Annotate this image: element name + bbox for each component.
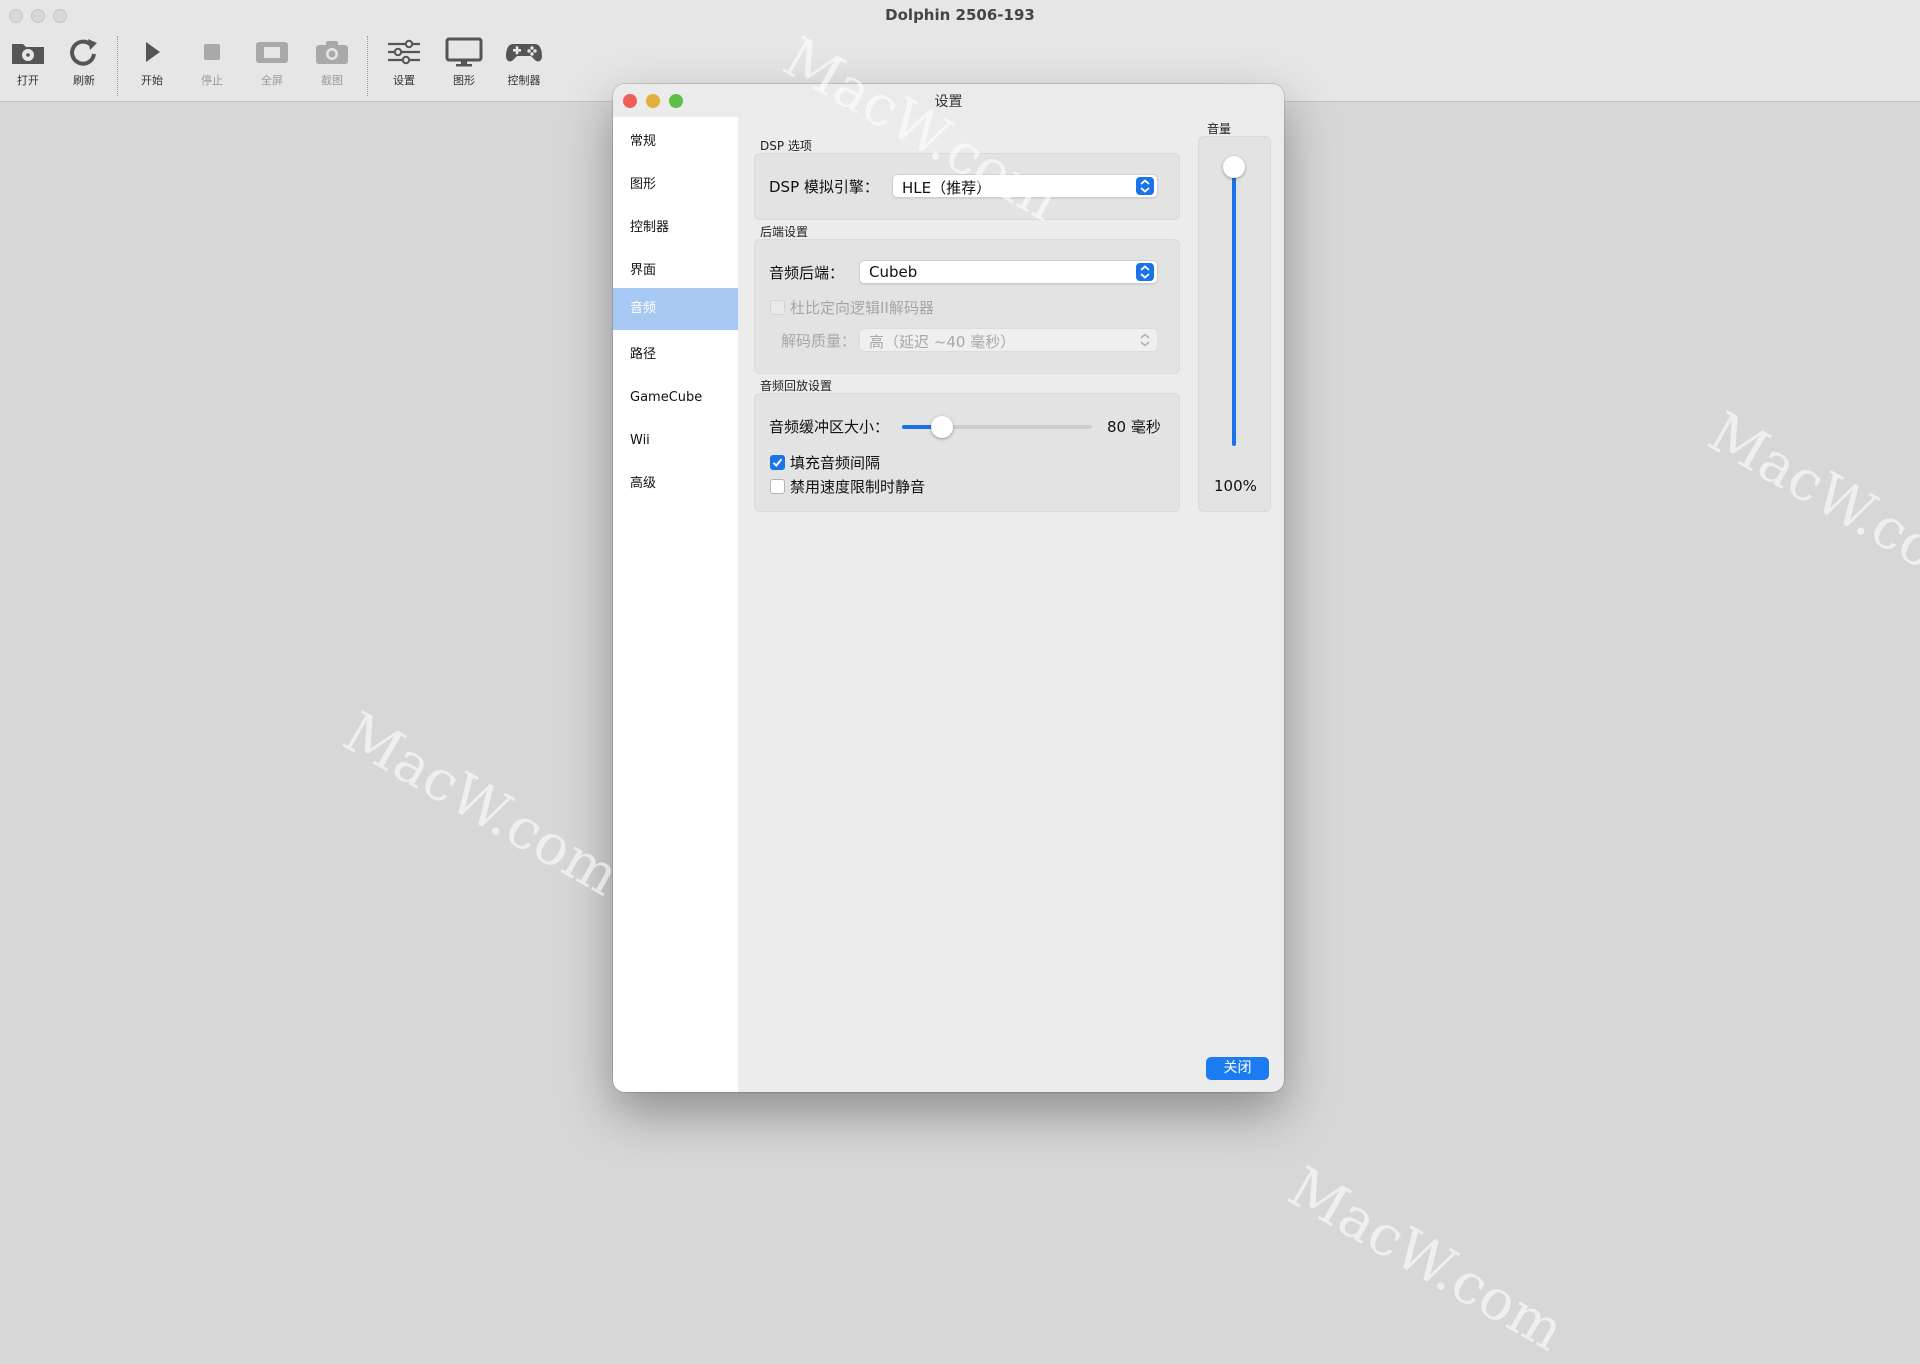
updown-chevron-icon — [1136, 263, 1154, 281]
playback-group-title: 音频回放设置 — [760, 377, 832, 394]
open-label: 打开 — [0, 72, 58, 88]
updown-chevron-icon — [1136, 177, 1154, 195]
watermark: MacW.com — [1278, 1155, 1575, 1364]
dolby-decoder-checkbox[interactable] — [770, 300, 785, 315]
refresh-icon — [64, 36, 104, 68]
fullscreen-label: 全屏 — [242, 72, 302, 88]
folder-disc-icon — [8, 36, 48, 68]
dolby-decoder-label: 杜比定向逻辑II解码器 — [790, 297, 934, 318]
volume-value: 100% — [1214, 477, 1257, 495]
updown-chevron-icon — [1136, 331, 1154, 349]
sidebar-item-gamecube[interactable]: GameCube — [613, 377, 738, 419]
sidebar-item-advanced[interactable]: 高级 — [613, 463, 738, 505]
screenshot-button[interactable]: 截图 — [302, 36, 362, 96]
sidebar-item-audio[interactable]: 音频 — [613, 288, 738, 330]
audio-backend-select[interactable]: Cubeb — [859, 260, 1158, 284]
toolbar-separator — [367, 36, 368, 96]
settings-sidebar: 常规 图形 控制器 界面 音频 路径 GameCube Wii 高级 — [613, 117, 738, 1092]
volume-slider[interactable] — [1222, 156, 1246, 452]
controllers-button[interactable]: 控制器 — [494, 36, 554, 96]
settings-button[interactable]: 设置 — [374, 36, 434, 96]
graphics-button[interactable]: 图形 — [434, 36, 494, 96]
fill-audio-gaps-label: 填充音频间隔 — [790, 452, 880, 473]
buffer-size-slider[interactable] — [902, 418, 1092, 436]
refresh-label: 刷新 — [54, 72, 114, 88]
controllers-label: 控制器 — [494, 72, 554, 88]
sidebar-item-graphics[interactable]: 图形 — [613, 164, 738, 206]
buffer-size-label: 音频缓冲区大小： — [769, 416, 889, 437]
settings-label: 设置 — [374, 72, 434, 88]
sidebar-item-controllers[interactable]: 控制器 — [613, 207, 738, 249]
volume-title: 音量 — [1207, 120, 1231, 137]
play-icon — [132, 36, 172, 68]
buffer-size-value: 80 毫秒 — [1107, 416, 1161, 437]
settings-dialog: 设置 常规 图形 控制器 界面 音频 路径 GameCube Wii 高级 DS… — [613, 84, 1284, 1092]
refresh-button[interactable]: 刷新 — [54, 36, 114, 96]
audio-backend-label: 音频后端： — [769, 262, 844, 283]
backend-group-title: 后端设置 — [760, 223, 808, 240]
mute-speed-limit-label: 禁用速度限制时静音 — [790, 476, 925, 497]
app-title: Dolphin 2506-193 — [0, 6, 1920, 24]
open-button[interactable]: 打开 — [0, 36, 58, 96]
checkmark-icon — [771, 456, 784, 469]
fill-audio-gaps-checkbox[interactable] — [770, 455, 785, 470]
play-label: 开始 — [122, 72, 182, 88]
fullscreen-icon — [252, 36, 292, 68]
sidebar-item-interface[interactable]: 界面 — [613, 250, 738, 292]
sliders-icon — [384, 36, 424, 68]
dsp-engine-label: DSP 模拟引擎： — [769, 176, 879, 197]
decoding-quality-select[interactable]: 高（延迟 ~40 毫秒） — [859, 328, 1158, 352]
toolbar-separator — [117, 36, 118, 96]
play-button[interactable]: 开始 — [122, 36, 182, 96]
audio-backend-value: Cubeb — [869, 263, 917, 281]
decoding-quality-label: 解码质量： — [781, 330, 856, 351]
gamepad-icon — [504, 36, 544, 68]
screenshot-label: 截图 — [302, 72, 362, 88]
decoding-quality-value: 高（延迟 ~40 毫秒） — [869, 331, 1015, 352]
fullscreen-button[interactable]: 全屏 — [242, 36, 302, 96]
stop-icon — [192, 36, 232, 68]
close-button[interactable]: 关闭 — [1206, 1057, 1269, 1080]
watermark: MacW.com — [333, 700, 630, 909]
dsp-group-title: DSP 选项 — [760, 137, 812, 154]
stop-button[interactable]: 停止 — [182, 36, 242, 96]
sidebar-item-general[interactable]: 常规 — [613, 121, 738, 163]
sidebar-item-paths[interactable]: 路径 — [613, 334, 738, 376]
sidebar-item-wii[interactable]: Wii — [613, 420, 738, 462]
graphics-label: 图形 — [434, 72, 494, 88]
volume-fill — [1232, 167, 1236, 446]
watermark: MacW.com — [1698, 400, 1920, 609]
volume-knob[interactable] — [1223, 156, 1245, 178]
slider-knob[interactable] — [931, 416, 953, 438]
monitor-icon — [444, 36, 484, 68]
stop-label: 停止 — [182, 72, 242, 88]
mute-speed-limit-checkbox[interactable] — [770, 479, 785, 494]
camera-icon — [312, 36, 352, 68]
